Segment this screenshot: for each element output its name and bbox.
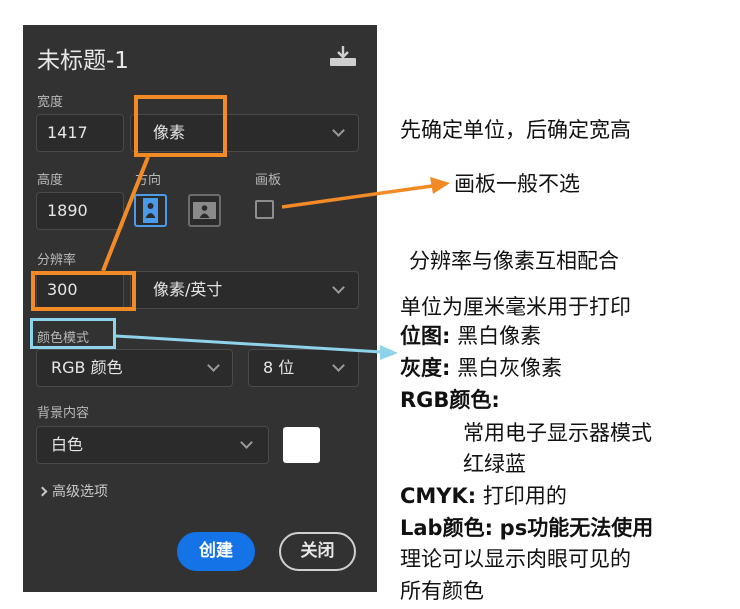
arrowhead-icon [380,345,398,360]
connector-line [101,156,150,272]
units-note: 先确定单位，后确定宽高 [400,118,631,142]
rgb-line2: 红绿蓝 [463,452,526,476]
rgb-note: RGB颜色: [400,385,500,415]
lab-line2: 理论可以显示肉眼可见的 [400,547,631,571]
lab-note: Lab颜色: ps功能无法使用 [400,513,653,543]
rgb-line1: 常用电子显示器模式 [463,421,652,445]
cmyk-head: CMYK: [400,484,477,508]
lab-line3: 所有颜色 [400,579,484,603]
bitmap-head: 位图: [400,324,451,348]
arrow-line [115,334,383,354]
bitmap-text: 黑白像素 [457,324,542,348]
lab-head: Lab颜色: [400,516,493,540]
rgb-head: RGB颜色: [400,388,500,412]
print-note: 单位为厘米毫米用于打印 [400,295,631,319]
resolution-note: 分辨率与像素互相配合 [409,249,619,273]
cmyk-note: CMYK: 打印用的 [400,481,567,511]
grayscale-note: 灰度: 黑白灰像素 [400,353,562,383]
artboard-note: 画板一般不选 [454,172,580,196]
arrowhead-icon [430,177,450,194]
arrow-line [281,184,433,209]
lab-text1: ps功能无法使用 [499,516,654,540]
grayscale-head: 灰度: [400,356,451,380]
grayscale-text: 黑白灰像素 [457,356,563,380]
bitmap-note: 位图: 黑白像素 [400,321,541,351]
cmyk-text: 打印用的 [482,484,567,508]
